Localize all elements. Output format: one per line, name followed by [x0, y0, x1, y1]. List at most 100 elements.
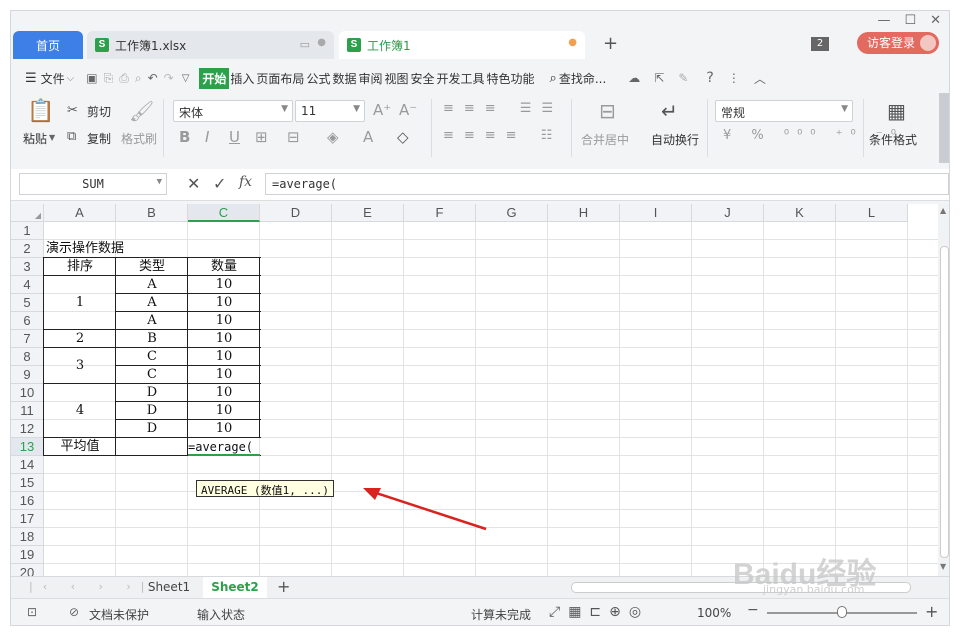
column-header-e[interactable]: E	[332, 204, 404, 222]
row-header-19[interactable]: 19	[11, 546, 44, 564]
row-header-14[interactable]: 14	[11, 456, 44, 474]
ribbon-scroll[interactable]	[939, 93, 949, 163]
font-color-icon[interactable]: A	[363, 128, 373, 146]
column-header-l[interactable]: L	[836, 204, 908, 222]
row-header-2[interactable]: 2	[11, 240, 44, 258]
scissors-icon[interactable]: ✂	[67, 103, 78, 118]
border-icon[interactable]: ⊞	[255, 128, 268, 146]
collab-icon[interactable]: ✎	[678, 71, 688, 85]
font-name-combo[interactable]: 宋体 ▼	[173, 100, 293, 122]
row-header-11[interactable]: 11	[11, 402, 44, 420]
vertical-scrollbar[interactable]: ▲ ▼	[938, 204, 949, 576]
row-header-13[interactable]: 13	[11, 438, 44, 456]
zoom-slider-thumb[interactable]	[837, 606, 847, 618]
cut-button[interactable]: 剪切	[87, 103, 111, 120]
search-icon[interactable]: ⌕	[550, 71, 557, 86]
cell-type[interactable]: A	[116, 276, 188, 294]
sheet-nav-icons[interactable]: |‹ ‹ › ›|	[29, 580, 155, 593]
formula-input[interactable]: =average(	[265, 173, 949, 195]
tab-dot-icon[interactable]: ●	[317, 37, 326, 48]
search-command[interactable]: 查找命...	[559, 70, 606, 87]
tab-home[interactable]: 首页	[13, 31, 83, 59]
new-tab-plus-icon[interactable]: +	[603, 33, 618, 54]
menu-page-layout[interactable]: 页面布局	[255, 70, 305, 87]
format-painter-button[interactable]: 格式刷	[121, 130, 157, 147]
menu-formulas[interactable]: 公式	[305, 70, 331, 87]
tab-workbook-active[interactable]: S 工作簿1 ●	[339, 31, 585, 59]
row-header-18[interactable]: 18	[11, 528, 44, 546]
paste-button[interactable]: 粘贴	[23, 130, 47, 147]
wrap-text-button[interactable]: 自动换行	[651, 131, 699, 148]
fill-color-icon[interactable]: ◈	[327, 128, 339, 146]
view-mode-icons[interactable]: ⤢▦⊏⊕◎	[549, 604, 649, 620]
cell-group[interactable]: 1	[44, 276, 116, 330]
scroll-up-icon[interactable]: ▲	[940, 206, 946, 215]
close-icon[interactable]: ✕	[930, 13, 941, 28]
more-icon[interactable]: ⋮	[728, 71, 740, 85]
column-header-g[interactable]: G	[476, 204, 548, 222]
cell-type[interactable]: D	[116, 384, 188, 402]
cell-quantity[interactable]: 10	[188, 366, 260, 384]
format-painter-icon[interactable]: 🖌	[129, 99, 154, 123]
column-header-k[interactable]: K	[764, 204, 836, 222]
menu-file[interactable]: 文件	[41, 70, 65, 87]
column-header-d[interactable]: D	[260, 204, 332, 222]
chevron-down-icon[interactable]: ⌵	[67, 73, 75, 84]
row-header-6[interactable]: 6	[11, 312, 44, 330]
status-icon[interactable]: ⊡	[27, 605, 37, 619]
paste-icon[interactable]: 📋	[27, 99, 54, 124]
menu-review[interactable]: 审阅	[357, 70, 383, 87]
cell-type[interactable]: A	[116, 312, 188, 330]
cell-group[interactable]: 4	[44, 384, 116, 438]
menu-data[interactable]: 数据	[331, 70, 357, 87]
print-preview-icon[interactable]: ⌕	[135, 71, 142, 86]
cell-quantity[interactable]: 10	[188, 402, 260, 420]
number-format-combo[interactable]: 常规 ▼	[715, 100, 853, 122]
print-icon[interactable]: ⎙	[119, 71, 129, 86]
cell-type[interactable]: D	[116, 420, 188, 438]
conditional-format-icon[interactable]: ▦	[887, 99, 906, 123]
eraser-icon[interactable]: ◇	[397, 128, 409, 146]
italic-icon[interactable]: I	[205, 128, 209, 146]
export-icon[interactable]: ⎘	[104, 71, 114, 86]
cell-average-label[interactable]: 平均值	[44, 438, 116, 456]
column-header-a[interactable]: A	[44, 204, 116, 222]
column-header-f[interactable]: F	[404, 204, 476, 222]
scroll-down-icon[interactable]: ▼	[940, 562, 946, 571]
cell-type[interactable]: A	[116, 294, 188, 312]
menu-insert[interactable]: 插入	[229, 70, 255, 87]
menu-home[interactable]: 开始	[199, 67, 230, 89]
login-button[interactable]: 访客登录	[857, 32, 939, 54]
menu-features[interactable]: 特色功能	[486, 70, 536, 87]
save-icon[interactable]: ▣	[86, 71, 97, 85]
merge-center-icon[interactable]: ⊟	[599, 99, 616, 123]
cell-quantity[interactable]: 10	[188, 348, 260, 366]
sheet-tab-sheet1[interactable]: Sheet1	[137, 577, 201, 598]
cell-quantity[interactable]: 10	[188, 312, 260, 330]
cell-a2-title[interactable]: 演示操作数据	[44, 240, 244, 258]
undo-icon[interactable]: ↶	[148, 71, 158, 85]
maximize-icon[interactable]: ☐	[904, 13, 916, 28]
collapse-ribbon-icon[interactable]: ︿	[754, 70, 766, 87]
unsaved-dot-icon[interactable]: ●	[568, 37, 577, 48]
add-sheet-icon[interactable]: +	[277, 577, 290, 596]
cell-quantity[interactable]: 10	[188, 276, 260, 294]
cancel-icon[interactable]: ✕	[187, 174, 200, 193]
row-header-5[interactable]: 5	[11, 294, 44, 312]
column-header-b[interactable]: B	[116, 204, 188, 222]
font-shrink-icon[interactable]: A⁻	[399, 101, 417, 119]
column-header-c[interactable]: C	[188, 204, 260, 222]
zoom-in-icon[interactable]: +	[925, 602, 938, 621]
row-header-17[interactable]: 17	[11, 510, 44, 528]
window-count-badge[interactable]: 2	[811, 37, 829, 51]
conditional-format-button[interactable]: 条件格式	[869, 131, 917, 148]
bold-icon[interactable]: B	[179, 128, 190, 146]
hamburger-icon[interactable]: ☰	[25, 71, 37, 86]
redo-icon[interactable]: ↷	[164, 71, 174, 85]
menu-view[interactable]: 视图	[383, 70, 409, 87]
align-top-icons[interactable]: ≡≡≡ ☰☰	[443, 101, 563, 116]
name-box[interactable]: SUM ▼	[19, 173, 167, 195]
share-icon[interactable]: ⇱	[654, 71, 664, 85]
row-header-10[interactable]: 10	[11, 384, 44, 402]
column-header-i[interactable]: I	[620, 204, 692, 222]
